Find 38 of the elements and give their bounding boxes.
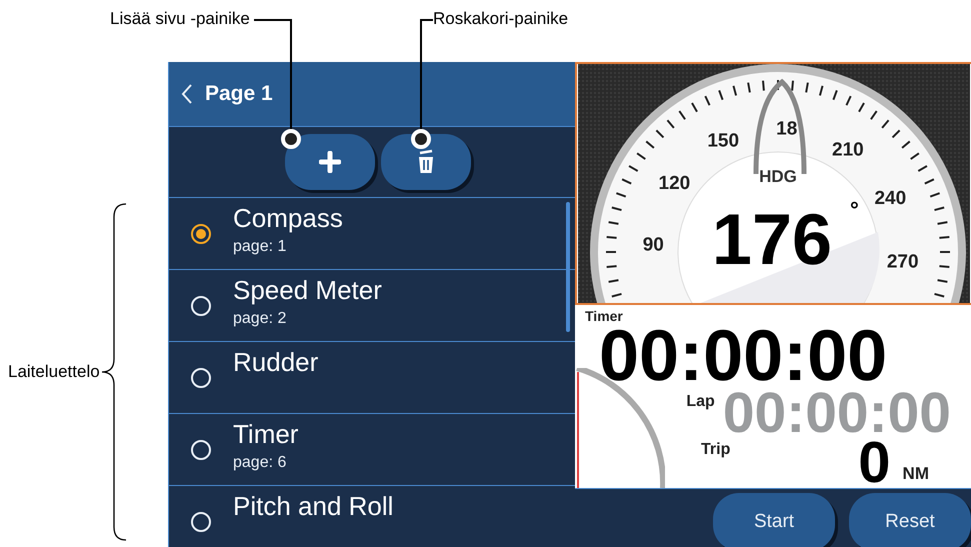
add-page-button[interactable] xyxy=(285,134,375,190)
annotation-label: Roskakori-painike xyxy=(433,8,568,30)
timer-value: 00:00:00 xyxy=(599,324,888,388)
page-number: page: 6 xyxy=(233,453,288,473)
dial-number: 240 xyxy=(874,188,906,210)
dial-number: 90 xyxy=(642,234,664,256)
page-number: page: 1 xyxy=(233,237,288,257)
scrollbar[interactable] xyxy=(566,202,570,332)
page-title: Page 1 xyxy=(205,81,273,108)
dial-number: 210 xyxy=(832,139,864,160)
trip-unit: NM xyxy=(902,462,929,484)
device-name: Compass xyxy=(233,202,343,235)
trip-label: Trip xyxy=(701,440,730,460)
lap-label: Lap xyxy=(686,392,715,412)
back-chevron-icon[interactable] xyxy=(181,83,193,105)
lap-time: 00:00:00 xyxy=(722,388,951,438)
trash-icon xyxy=(416,149,436,175)
annotation-label: Laiteluettelo xyxy=(8,361,100,384)
annotation-label: Lisää sivu -painike xyxy=(110,8,250,30)
device-name: Pitch and Roll xyxy=(233,490,394,523)
dial-number: 18 xyxy=(776,118,798,140)
dial-number: 120 xyxy=(658,173,690,194)
heading-label: HDG xyxy=(759,167,797,186)
radio-button[interactable] xyxy=(191,224,211,244)
heading-value: 176 xyxy=(712,200,832,280)
dial-number: 270 xyxy=(886,252,919,273)
plus-icon xyxy=(319,151,341,173)
dial-number: 150 xyxy=(707,130,740,152)
trash-button[interactable] xyxy=(381,134,471,190)
degree-sign: ° xyxy=(850,197,859,222)
timer-label: Timer xyxy=(585,308,624,324)
device-name: Rudder xyxy=(233,346,318,379)
page-number: page: 2 xyxy=(233,309,288,329)
trip-value: 0 xyxy=(858,438,891,488)
timer-button[interactable]: Reset xyxy=(849,493,971,547)
timer-button[interactable]: Start xyxy=(713,493,835,547)
device-name: Speed Meter xyxy=(233,274,382,307)
device-name: Timer xyxy=(233,418,298,451)
